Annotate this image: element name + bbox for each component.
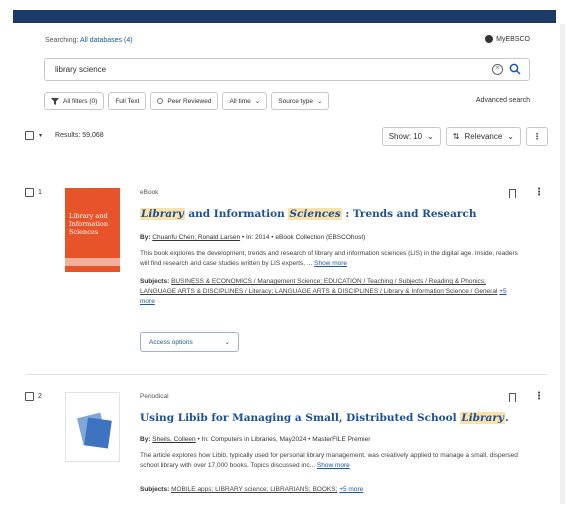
show-dropdown[interactable]: Show: 10 ⌄ [381,127,441,146]
show-more-link[interactable]: Show more [314,260,347,267]
result-type: Periodical [140,393,169,400]
results-header: ▾ Results: 59,068 [25,131,104,140]
top-banner [13,10,556,23]
more-options-button[interactable]: ⋮ [526,127,548,146]
subjects: Subjects: BUSINESS & ECONOMICS / Managem… [140,278,507,305]
select-all-checkbox[interactable] [25,131,34,140]
full-text-button[interactable]: Full Text [108,92,147,110]
sort-icon: ⇅ [452,132,460,141]
periodical-icon [76,412,112,449]
item-menu-icon[interactable]: ⋮ [534,187,544,198]
peer-reviewed-icon [157,98,164,104]
search-icon[interactable] [509,63,521,75]
result-checkbox[interactable] [25,392,34,401]
all-filters-button[interactable]: All filters (0) [44,92,105,110]
show-more-link[interactable]: Show more [317,462,350,469]
sort-dropdown[interactable]: ⇅ Relevance ⌄ [445,127,521,146]
chevron-down-icon: ⌄ [316,98,323,105]
byline: By: Chuanfu Chen; Ronald Larsen • In: 20… [140,234,366,241]
advanced-search-link[interactable]: Advanced search [476,97,530,104]
result-number: 2 [25,392,42,401]
sort-controls: Show: 10 ⌄ ⇅ Relevance ⌄ ⋮ [381,127,548,146]
peer-reviewed-button[interactable]: Peer Reviewed [150,92,219,110]
result-divider [25,374,547,375]
subject-links[interactable]: MOBILE apps; LIBRARY science; LIBRARIANS… [171,486,337,493]
result-type: eBook [140,189,159,196]
database-link[interactable]: All databases (4) [80,37,133,44]
chevron-down-icon: ⌄ [507,132,514,141]
clear-icon[interactable]: × [492,64,503,75]
myebsco-button[interactable]: MyEBSCO [485,35,530,43]
book-cover[interactable]: Library and Information Sciences [65,188,120,272]
bookmark-icon[interactable] [509,393,516,402]
subjects-more-link[interactable]: +5 more [339,486,363,493]
search-query: library science [55,65,107,74]
source-type-dropdown[interactable]: Source type ⌄ [271,92,330,110]
chevron-down-icon: ⌄ [224,339,230,346]
chevron-down-icon: ⌄ [254,98,261,105]
scrollbar[interactable] [560,24,565,504]
filter-icon [51,98,59,105]
result-checkbox[interactable] [25,188,34,197]
all-time-dropdown[interactable]: All time ⌄ [222,92,268,110]
search-input[interactable]: library science × [44,58,530,81]
result-title[interactable]: Library and Information Sciences : Trend… [140,208,476,220]
results-count: Results: 59,068 [55,132,104,139]
author-link[interactable]: Sheils, Colleen [152,436,195,443]
periodical-thumbnail[interactable] [65,392,120,462]
filter-bar: All filters (0) Full Text Peer Reviewed … [44,92,330,110]
cover-title: Library and Information Sciences [69,212,109,236]
item-menu-icon[interactable]: ⋮ [534,391,544,402]
bookmark-icon[interactable] [509,189,516,198]
result-title[interactable]: Using Libib for Managing a Small, Distri… [140,412,509,424]
cover-band [65,258,120,266]
author-link[interactable]: Chuanfu Chen; Ronald Larsen [152,234,240,241]
subjects: Subjects: MOBILE apps; LIBRARY science; … [140,486,364,493]
user-icon [485,35,494,43]
result-number: 1 [25,188,42,197]
searching-line: Searching: All databases (4) [45,37,133,44]
chevron-down-icon: ⌄ [427,132,434,141]
subject-links[interactable]: BUSINESS & ECONOMICS / Management Scienc… [140,278,497,295]
select-dropdown-icon[interactable]: ▾ [39,132,42,139]
access-options-dropdown[interactable]: Access options ⌄ [140,332,239,352]
byline: By: Sheils, Colleen • In: Computers in L… [140,436,371,443]
abstract: The article explores how Libib, typicall… [140,452,518,469]
abstract: This book explores the development, tren… [140,250,518,267]
